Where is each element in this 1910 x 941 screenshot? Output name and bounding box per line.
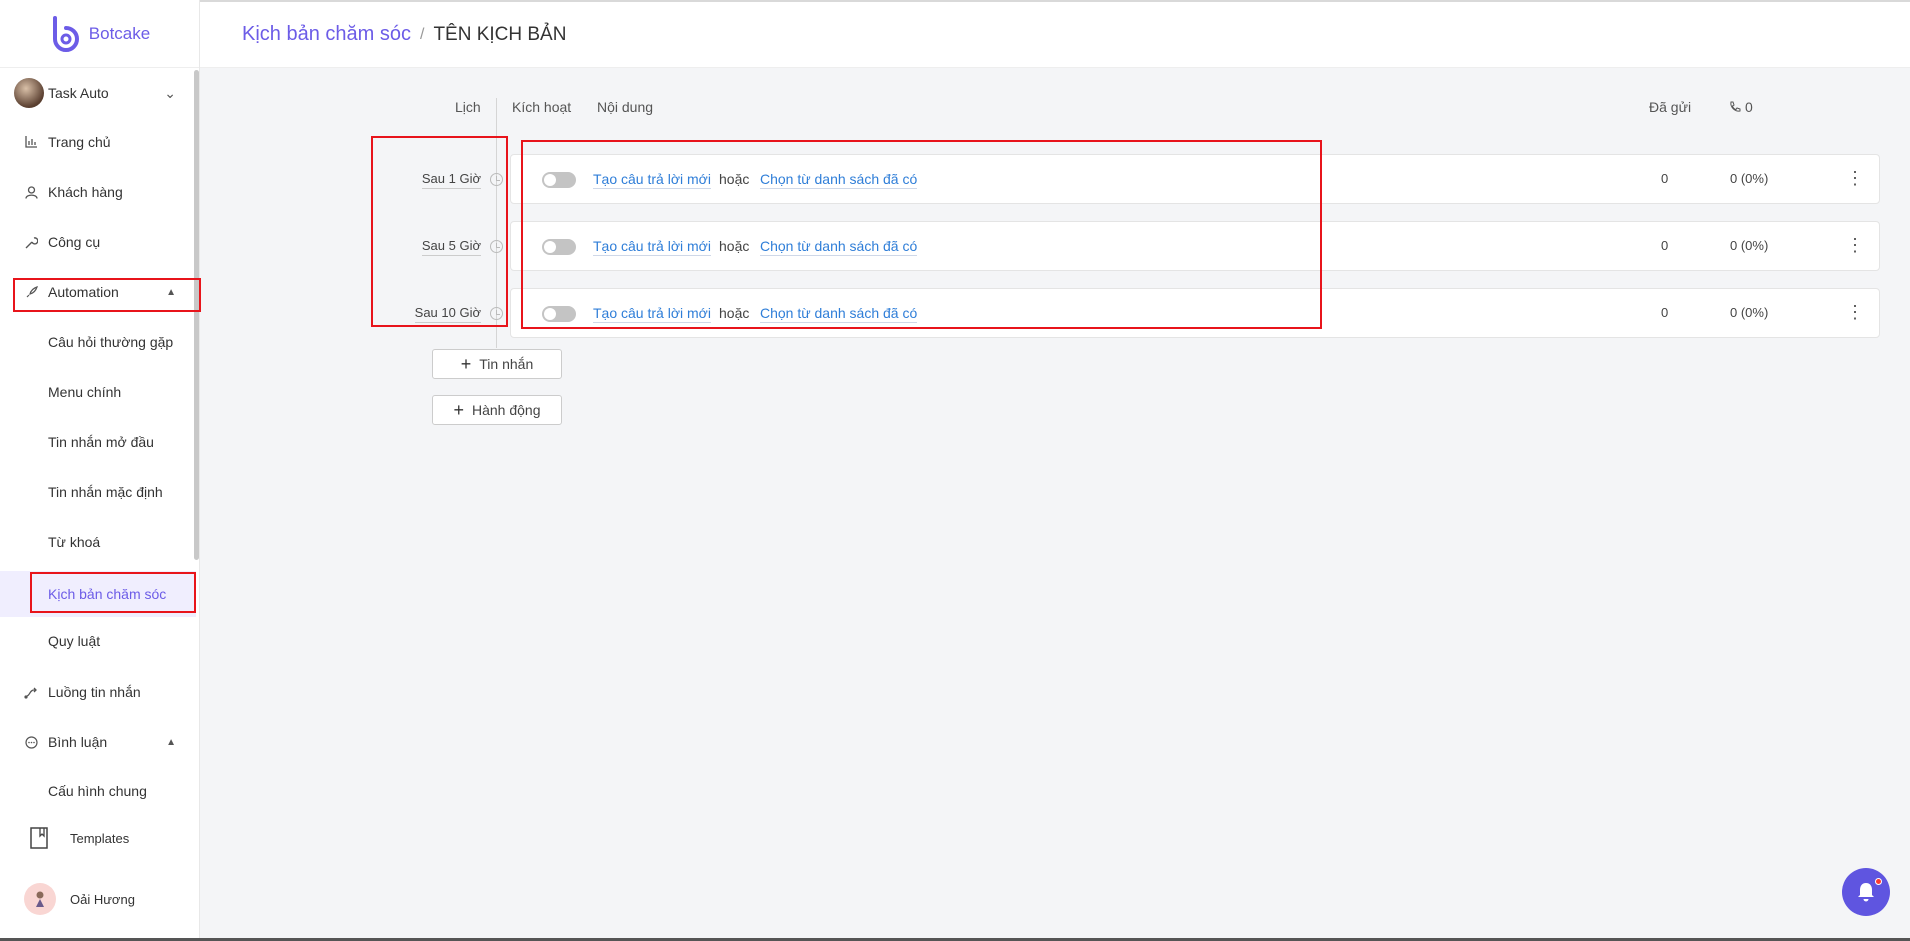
- reply-rate: 0 (0%): [1730, 171, 1769, 186]
- column-header-replied: 0: [1729, 99, 1753, 115]
- notification-dot: [1875, 878, 1882, 885]
- schedule-field[interactable]: Sau 10 Giờ: [380, 305, 483, 327]
- bell-icon: [1858, 883, 1874, 902]
- more-options-icon[interactable]: ⋮: [1845, 235, 1865, 257]
- choose-existing-link[interactable]: Chọn từ danh sách đã có: [760, 305, 918, 323]
- clock-icon[interactable]: [490, 240, 503, 253]
- notification-button[interactable]: [1842, 868, 1890, 916]
- sidebar: Botcake Task Auto ⌄ Trang chủ Khách hàng…: [0, 0, 200, 941]
- user-name: Oải Hương: [70, 891, 135, 907]
- brand-name: Botcake: [88, 23, 151, 43]
- logo[interactable]: Botcake: [0, 0, 199, 68]
- clock-icon[interactable]: [490, 307, 503, 320]
- user-profile[interactable]: Oải Hương: [0, 879, 196, 919]
- user-icon: [24, 185, 38, 199]
- active-toggle[interactable]: [542, 172, 576, 188]
- column-header-sent: Đã gửi: [1649, 99, 1692, 115]
- sidebar-item-care-script[interactable]: Kịch bản chăm sóc: [0, 571, 196, 617]
- chevron-up-icon[interactable]: ▲: [166, 737, 176, 748]
- schedule-field[interactable]: Sau 1 Giờ: [380, 171, 483, 193]
- column-header-schedule: Lịch: [455, 99, 481, 115]
- create-reply-link[interactable]: Tạo câu trả lời mới: [593, 305, 711, 323]
- sidebar-item-welcome[interactable]: Tin nhắn mở đầu: [0, 422, 196, 462]
- sidebar-item-general-config[interactable]: Cấu hình chung: [0, 771, 196, 811]
- book-icon: [30, 827, 48, 849]
- page-avatar: [14, 78, 44, 108]
- table-row: Tạo câu trả lời mới hoặc Chọn từ danh sá…: [510, 288, 1880, 338]
- reply-rate: 0 (0%): [1730, 305, 1769, 320]
- choose-existing-link[interactable]: Chọn từ danh sách đã có: [760, 171, 918, 189]
- chevron-up-icon[interactable]: ▲: [166, 287, 176, 298]
- sidebar-item-faq[interactable]: Câu hỏi thường gặp: [0, 322, 196, 362]
- active-toggle[interactable]: [542, 306, 576, 322]
- account-switcher[interactable]: Task Auto ⌄: [0, 73, 196, 113]
- schedule-field[interactable]: Sau 5 Giờ: [380, 238, 483, 260]
- column-header-content: Nội dung: [597, 99, 654, 115]
- rocket-icon: [24, 285, 38, 299]
- active-toggle[interactable]: [542, 239, 576, 255]
- sent-count: 0: [1661, 171, 1669, 186]
- comment-icon: [24, 735, 38, 749]
- sidebar-item-flows[interactable]: Luồng tin nhắn: [0, 672, 196, 712]
- more-options-icon[interactable]: ⋮: [1845, 302, 1865, 324]
- flow-icon: [24, 685, 38, 699]
- add-message-button[interactable]: + Tin nhắn: [432, 349, 562, 379]
- column-header-active: Kích hoạt: [512, 99, 572, 115]
- create-reply-link[interactable]: Tạo câu trả lời mới: [593, 171, 711, 189]
- sidebar-item-rules[interactable]: Quy luật: [0, 621, 196, 661]
- clock-icon[interactable]: [490, 173, 503, 186]
- sidebar-item-automation[interactable]: Automation ▲: [0, 272, 196, 312]
- phone-icon: [1730, 101, 1741, 112]
- reply-rate: 0 (0%): [1730, 238, 1769, 253]
- more-options-icon[interactable]: ⋮: [1845, 168, 1865, 190]
- chevron-down-icon[interactable]: ⌄: [164, 85, 176, 102]
- choose-existing-link[interactable]: Chọn từ danh sách đã có: [760, 238, 918, 256]
- table-row: Tạo câu trả lời mới hoặc Chọn từ danh sá…: [510, 154, 1880, 204]
- sidebar-item-comments[interactable]: Bình luận ▲: [0, 722, 196, 762]
- sidebar-item-customers[interactable]: Khách hàng: [0, 172, 196, 212]
- table-row: Tạo câu trả lời mới hoặc Chọn từ danh sá…: [510, 221, 1880, 271]
- botcake-logo-icon: [52, 15, 79, 52]
- sent-count: 0: [1661, 238, 1669, 253]
- plus-icon: +: [460, 354, 472, 374]
- breadcrumb-separator: /: [419, 25, 425, 43]
- breadcrumb-link[interactable]: Kịch bản chăm sóc: [242, 23, 411, 46]
- add-action-button[interactable]: + Hành động: [432, 395, 562, 425]
- sidebar-item-main-menu[interactable]: Menu chính: [0, 372, 196, 412]
- sidebar-item-tools[interactable]: Công cụ: [0, 222, 196, 262]
- create-reply-link[interactable]: Tạo câu trả lời mới: [593, 238, 711, 256]
- sidebar-item-default-message[interactable]: Tin nhắn mặc định: [0, 472, 196, 512]
- sidebar-item-home[interactable]: Trang chủ: [0, 122, 196, 162]
- user-avatar: [24, 883, 56, 915]
- highlight-schedule-column: [371, 136, 508, 327]
- sent-count: 0: [1661, 305, 1669, 320]
- account-name: Task Auto: [48, 85, 109, 101]
- sidebar-item-keywords[interactable]: Từ khoá: [0, 522, 196, 562]
- wrench-icon: [24, 235, 38, 249]
- sidebar-item-templates[interactable]: Templates: [0, 818, 196, 858]
- plus-icon: +: [453, 400, 464, 420]
- page-header: Kịch bản chăm sóc / TÊN KỊCH BẢN: [200, 2, 1910, 68]
- page-title: TÊN KỊCH BẢN: [433, 23, 567, 45]
- chart-icon: [24, 135, 38, 149]
